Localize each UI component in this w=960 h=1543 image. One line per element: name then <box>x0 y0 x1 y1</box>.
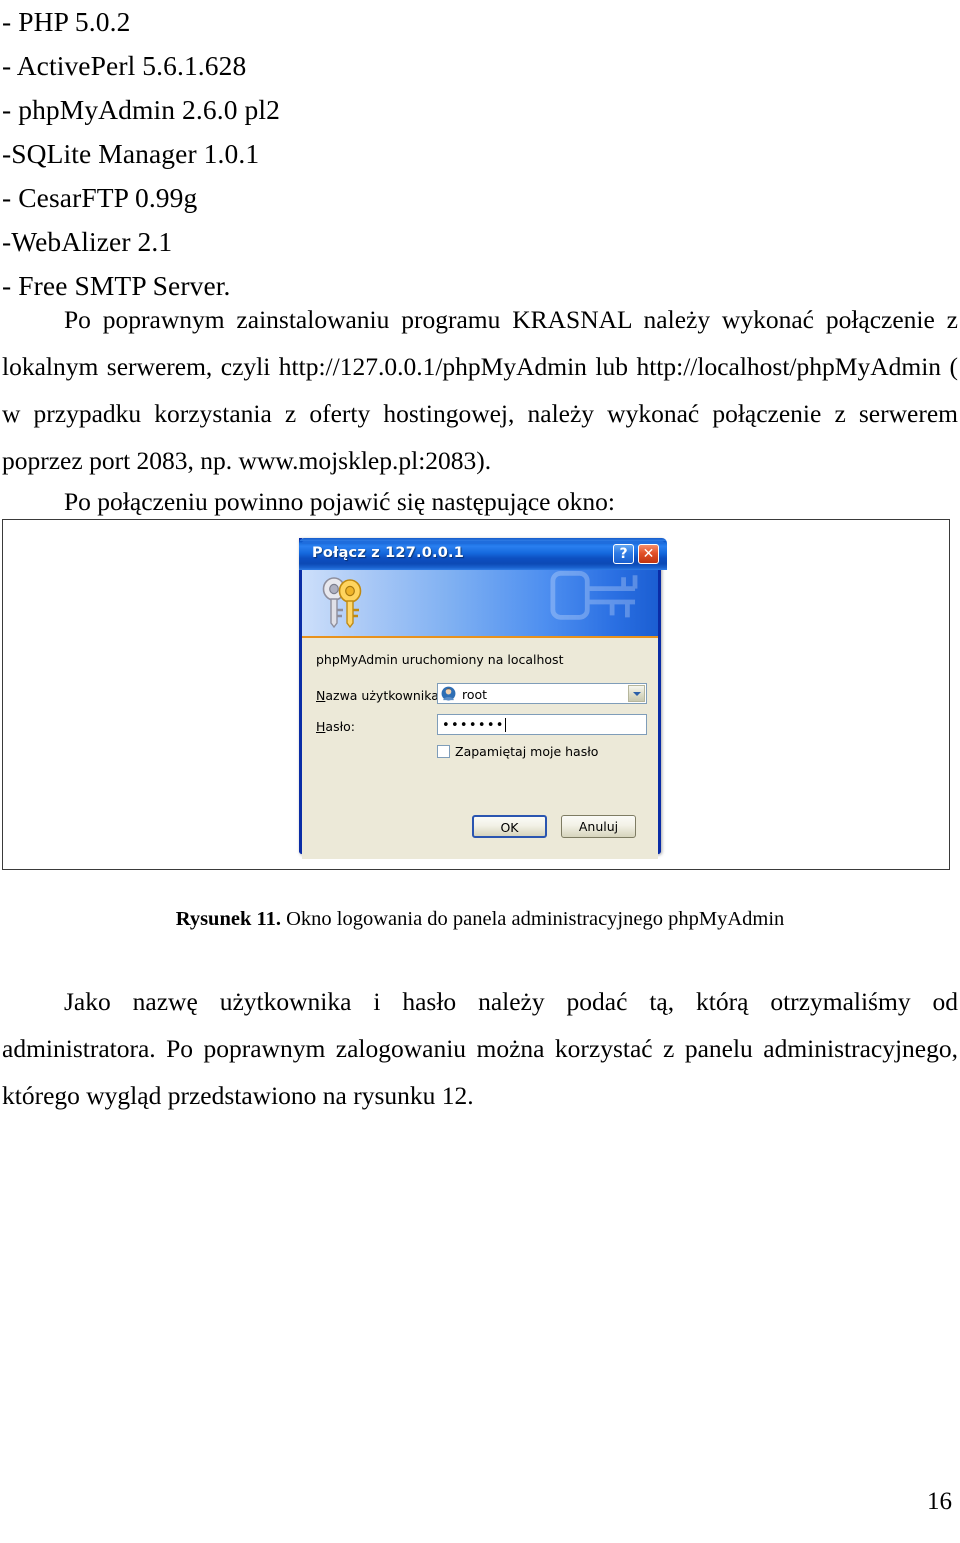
cancel-button[interactable]: Anuluj <box>561 815 636 838</box>
dialog-body: phpMyAdmin uruchomiony na localhost Nazw… <box>302 638 658 859</box>
paragraph-final: Jako nazwę użytkownika i hasło należy po… <box>2 978 958 1119</box>
chevron-down-icon[interactable] <box>628 685 645 702</box>
keys-icon <box>322 577 362 629</box>
figure-caption-label: Rysunek 11. <box>175 908 281 930</box>
text-caret <box>505 718 506 732</box>
paragraph-text: Po połączeniu powinno pojawić się następ… <box>64 487 615 516</box>
password-input[interactable]: ••••••• <box>437 714 647 735</box>
dialog-banner <box>302 570 658 638</box>
paragraph-connect: Po połączeniu powinno pojawić się następ… <box>2 478 702 525</box>
dialog-info-text: phpMyAdmin uruchomiony na localhost <box>316 652 564 667</box>
close-icon[interactable]: ✕ <box>638 544 659 564</box>
figure-frame: Połącz z 127.0.0.1 ? ✕ phpMyAdmin urucho… <box>2 519 950 870</box>
password-label: Hasło: <box>316 719 355 734</box>
list-item: - phpMyAdmin 2.6.0 pl2 <box>2 94 280 125</box>
password-label-accesskey: H <box>316 719 326 734</box>
username-label-accesskey: N <box>316 688 326 703</box>
dialog-title: Połącz z 127.0.0.1 <box>312 545 464 561</box>
username-label-rest: azwa użytkownika: <box>325 688 444 703</box>
remember-password-checkbox[interactable] <box>437 745 450 758</box>
software-version-list: - PHP 5.0.2 - ActivePerl 5.6.1.628 - php… <box>2 0 942 308</box>
connect-dialog-window: Połącz z 127.0.0.1 ? ✕ phpMyAdmin urucho… <box>299 538 667 859</box>
password-label-rest: asło: <box>325 719 355 734</box>
remember-password-label: Zapamiętaj moje hasło <box>455 744 599 759</box>
paragraph-text: Jako nazwę użytkownika i hasło należy po… <box>2 987 958 1110</box>
keys-watermark-icon <box>550 570 638 620</box>
ok-button[interactable]: OK <box>472 815 547 838</box>
list-item: - CesarFTP 0.99g <box>2 182 198 213</box>
list-item: - PHP 5.0.2 <box>2 6 131 37</box>
dialog-titlebar[interactable]: Połącz z 127.0.0.1 ? ✕ <box>299 538 667 570</box>
page-number: 16 <box>927 1488 952 1515</box>
paragraph-text: Po poprawnym zainstalowaniu programu KRA… <box>2 305 958 475</box>
username-label: Nazwa użytkownika: <box>316 688 443 703</box>
password-masked-value: ••••••• <box>442 718 505 733</box>
help-icon[interactable]: ? <box>613 544 634 564</box>
username-combobox[interactable]: root <box>437 683 647 704</box>
list-item: -SQLite Manager 1.0.1 <box>2 138 260 169</box>
paragraph-installation: Po poprawnym zainstalowaniu programu KRA… <box>2 296 958 484</box>
list-item: - ActivePerl 5.6.1.628 <box>2 50 247 81</box>
figure-caption: Rysunek 11. Okno logowania do panela adm… <box>0 908 960 931</box>
list-item: -WebAlizer 2.1 <box>2 226 173 257</box>
figure-caption-text: Okno logowania do panela administracyjne… <box>280 908 785 930</box>
document-page: - PHP 5.0.2 - ActivePerl 5.6.1.628 - php… <box>0 0 960 1543</box>
user-avatar-icon <box>441 686 456 701</box>
username-value: root <box>462 687 488 702</box>
